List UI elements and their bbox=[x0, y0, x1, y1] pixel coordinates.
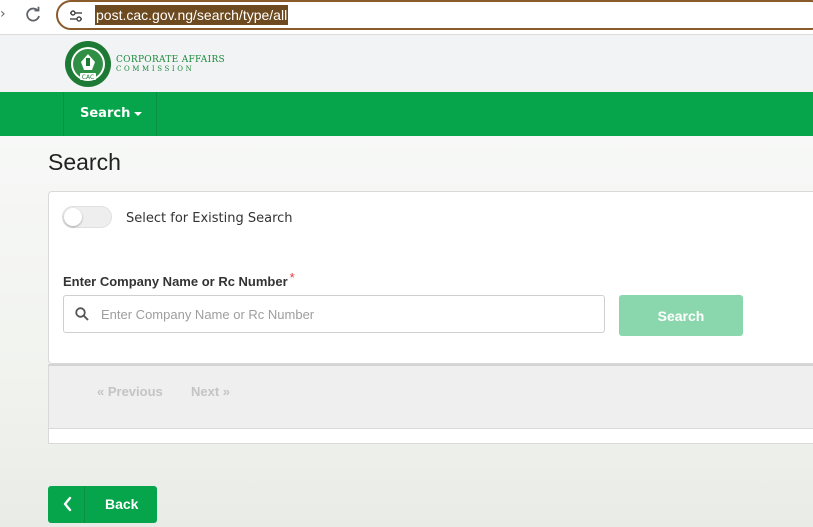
company-search-input[interactable] bbox=[101, 296, 591, 332]
nav-search-label: Search bbox=[80, 106, 131, 121]
logo-wordmark[interactable]: CORPORATE AFFAIRS COMMISSION bbox=[116, 55, 225, 74]
site-header: CAC CORPORATE AFFAIRS COMMISSION bbox=[0, 35, 813, 92]
pagination-bar: « Previous Next » bbox=[48, 364, 813, 429]
results-footer bbox=[48, 429, 813, 444]
page-title: Search bbox=[48, 149, 121, 175]
company-search-field[interactable] bbox=[63, 295, 605, 333]
back-label: Back bbox=[105, 496, 139, 512]
address-bar[interactable]: post.cac.gov.ng/search/type/all bbox=[56, 0, 813, 30]
back-button[interactable]: Back bbox=[48, 486, 157, 523]
previous-page-link[interactable]: « Previous bbox=[97, 384, 163, 399]
main-nav: Search bbox=[0, 92, 813, 136]
company-field-label-text: Enter Company Name or Rc Number bbox=[63, 274, 288, 289]
search-icon bbox=[75, 307, 89, 321]
url-text[interactable]: post.cac.gov.ng/search/type/all bbox=[95, 5, 289, 25]
main-content: Search Select for Existing Search Enter … bbox=[0, 136, 813, 527]
browser-toolbar: › post.cac.gov.ng/search/type/all bbox=[0, 0, 813, 35]
toggle-label: Select for Existing Search bbox=[126, 211, 293, 226]
next-page-link[interactable]: Next » bbox=[191, 384, 230, 399]
logo-line-2: COMMISSION bbox=[116, 65, 195, 73]
reload-icon[interactable] bbox=[24, 6, 42, 24]
seal-text: CAC bbox=[82, 74, 94, 81]
nav-search-menu[interactable]: Search bbox=[63, 92, 157, 136]
cac-seal-logo[interactable]: CAC bbox=[64, 40, 112, 88]
chevron-left-icon bbox=[63, 496, 72, 512]
site-settings-icon[interactable] bbox=[68, 8, 84, 24]
existing-search-toggle[interactable] bbox=[62, 206, 112, 228]
back-button-divider bbox=[84, 486, 85, 523]
browser-back-icon[interactable]: › bbox=[0, 6, 6, 22]
search-card: Select for Existing Search Enter Company… bbox=[48, 191, 813, 364]
caret-down-icon bbox=[134, 112, 142, 116]
toggle-knob bbox=[64, 208, 82, 226]
logo-line-1: CORPORATE AFFAIRS bbox=[116, 55, 225, 65]
required-asterisk: * bbox=[289, 270, 295, 285]
search-button[interactable]: Search bbox=[619, 295, 743, 336]
company-field-label: Enter Company Name or Rc Number * bbox=[63, 270, 295, 289]
